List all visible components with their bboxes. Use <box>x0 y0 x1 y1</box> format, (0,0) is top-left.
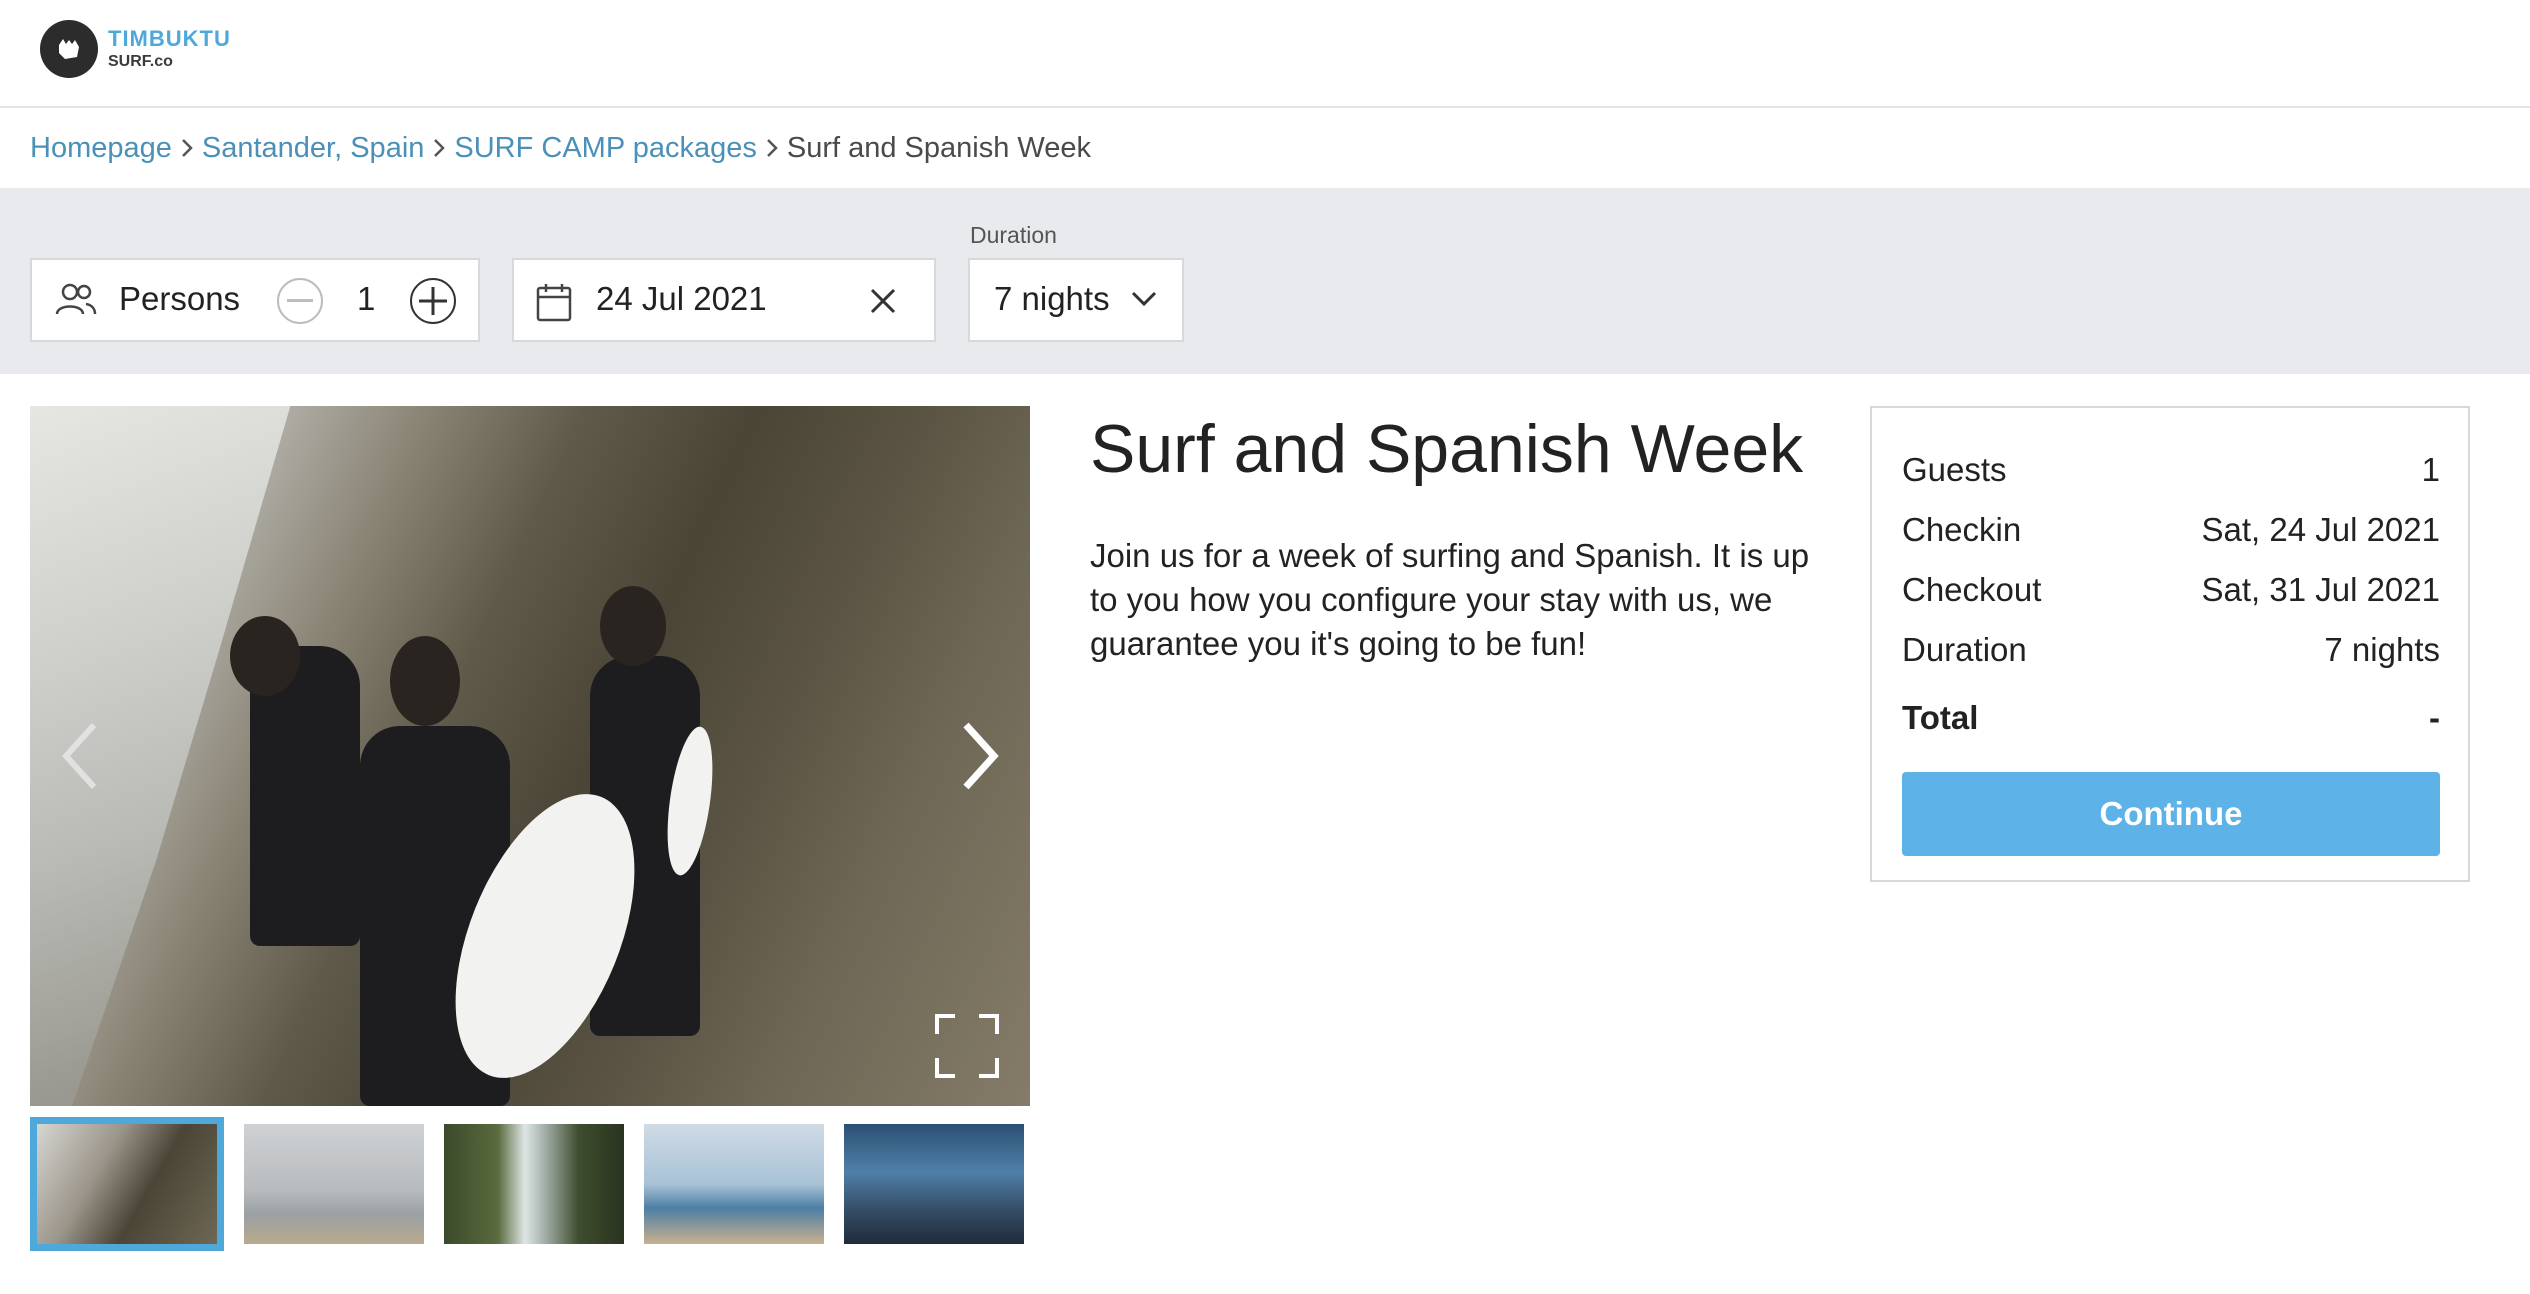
summary-row-checkout: Checkout Sat, 31 Jul 2021 <box>1902 568 2440 612</box>
plus-icon <box>419 287 447 315</box>
minus-icon <box>287 299 313 302</box>
breadcrumb-category[interactable]: SURF CAMP packages <box>454 132 756 165</box>
summary-value: 7 nights <box>2324 631 2440 668</box>
summary-value: Sat, 31 Jul 2021 <box>2201 571 2440 608</box>
duration-select[interactable]: 7 nights <box>968 258 1184 342</box>
gallery-main-image[interactable] <box>30 406 1030 1106</box>
breadcrumb-current: Surf and Spanish Week <box>786 131 1092 164</box>
brand-name: TIMBUKTU <box>108 26 231 51</box>
chevron-right-icon <box>432 137 446 159</box>
summary-row-duration: Duration 7 nights <box>1902 628 2440 672</box>
chevron-right-icon <box>963 722 999 790</box>
shaka-hand-icon <box>40 20 98 78</box>
persons-label: Persons <box>119 280 241 317</box>
breadcrumb-location[interactable]: Santander, Spain <box>202 132 425 165</box>
gallery-thumbnail[interactable] <box>444 1124 624 1244</box>
gallery-prev-button[interactable] <box>50 716 110 796</box>
duration-label: Duration <box>970 222 1057 248</box>
summary-label: Checkout <box>1902 571 2042 608</box>
checkin-date-field[interactable]: 24 Jul 2021 <box>512 258 936 342</box>
persons-selector: Persons 1 <box>30 258 480 342</box>
increase-persons-button[interactable] <box>410 278 456 324</box>
continue-button[interactable]: Continue <box>1902 772 2440 856</box>
breadcrumb-homepage[interactable]: Homepage <box>30 132 172 165</box>
persons-count: 1 <box>357 280 376 317</box>
summary-total-value: - <box>2429 699 2440 736</box>
chevron-right-icon <box>180 137 194 159</box>
gallery-thumbnail[interactable] <box>644 1124 824 1244</box>
photo-surfer <box>390 636 460 726</box>
brand-logo[interactable]: TIMBUKTU SURF.co <box>40 20 231 78</box>
summary-row-checkin: Checkin Sat, 24 Jul 2021 <box>1902 508 2440 552</box>
photo-surfer <box>600 586 666 666</box>
breadcrumb: Homepage Santander, Spain SURF CAMP pack… <box>30 128 1091 168</box>
chevron-right-icon <box>765 137 779 159</box>
page-title: Surf and Spanish Week <box>1090 411 1804 487</box>
gallery-thumbnail[interactable] <box>844 1124 1024 1244</box>
gallery-thumbnails <box>30 1116 1044 1251</box>
decrease-persons-button[interactable] <box>277 278 323 324</box>
gallery-thumbnail[interactable] <box>30 1117 224 1251</box>
close-icon[interactable] <box>868 286 898 321</box>
summary-total-label: Total <box>1902 699 1979 736</box>
product-description: Join us for a week of surfing and Spanis… <box>1090 537 1810 662</box>
duration-value: 7 nights <box>994 280 1110 317</box>
booking-filter-bar: Persons 1 24 Jul 2021 Duration 7 nights <box>0 188 2530 374</box>
chevron-left-icon <box>61 722 97 790</box>
chevron-down-icon <box>1130 290 1158 313</box>
summary-value: Sat, 24 Jul 2021 <box>2201 511 2440 548</box>
summary-label: Checkin <box>1902 511 2022 548</box>
brand-domain: SURF.co <box>108 53 173 70</box>
photo-surfer <box>230 616 300 696</box>
gallery-thumbnail[interactable] <box>244 1124 424 1244</box>
users-icon <box>54 282 98 323</box>
fullscreen-icon[interactable] <box>935 1014 999 1083</box>
gallery-next-button[interactable] <box>950 716 1010 796</box>
calendar-icon <box>536 282 572 327</box>
date-value: 24 Jul 2021 <box>596 280 767 317</box>
summary-row-total: Total - <box>1902 696 2440 740</box>
summary-label: Duration <box>1902 631 2027 668</box>
summary-row-guests: Guests 1 <box>1902 448 2440 492</box>
site-header: TIMBUKTU SURF.co <box>0 0 2530 108</box>
summary-value: 1 <box>2421 451 2440 488</box>
summary-label: Guests <box>1902 451 2007 488</box>
booking-summary-card: Guests 1 Checkin Sat, 24 Jul 2021 Checko… <box>1870 406 2470 882</box>
